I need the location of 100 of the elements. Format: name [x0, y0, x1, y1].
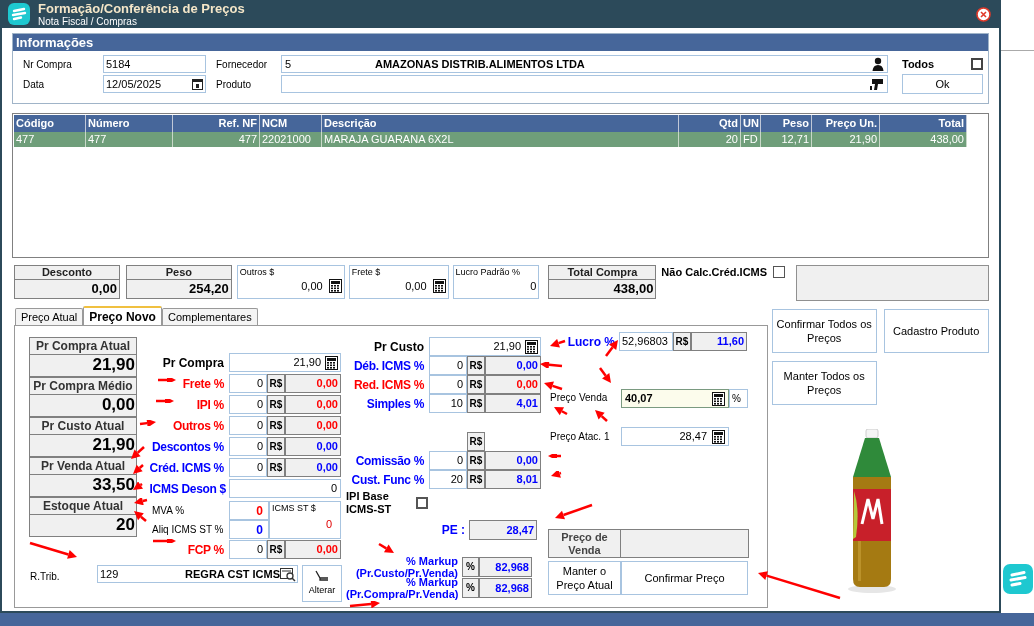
table-cell: 477: [173, 132, 260, 147]
percent-field[interactable]: 0: [229, 374, 267, 393]
sale-price-field[interactable]: 40,07: [621, 389, 729, 408]
column-header[interactable]: Preço Un.: [812, 115, 880, 132]
ok-button[interactable]: Ok: [902, 74, 983, 94]
value-field[interactable]: 0: [229, 479, 341, 498]
field-value: 21,90: [493, 339, 521, 355]
profit-field[interactable]: 52,96803: [619, 332, 673, 351]
tax-rule-field[interactable]: 129 REGRA CST ICMS: [97, 565, 298, 583]
amount-display: 0,00: [285, 395, 341, 414]
field-label: ICMS Deson $: [149, 481, 226, 496]
price-field[interactable]: 21,90: [429, 337, 541, 356]
percent-field[interactable]: 0: [229, 437, 267, 456]
column-header[interactable]: Descrição: [322, 115, 679, 132]
column-header[interactable]: Peso: [761, 115, 812, 132]
rate-field[interactable]: 0: [229, 520, 269, 539]
amount-display: 0,00: [285, 540, 341, 559]
supplier-code: 5: [285, 56, 293, 72]
summary-label: Total Compra: [548, 265, 657, 280]
field-label: Pr Custo: [374, 338, 424, 356]
percent-field[interactable]: 0: [229, 395, 267, 414]
currency-label: R$: [267, 374, 285, 393]
confirm-price-button[interactable]: Confirmar Preço: [621, 561, 748, 595]
price-field[interactable]: 21,90: [229, 353, 341, 372]
field-label: Data: [23, 77, 46, 92]
percent-field[interactable]: 0: [229, 416, 267, 435]
keep-all-button[interactable]: Manter Todos os Preços: [771, 361, 877, 405]
supplier-field[interactable]: 5 AMAZONAS DISTRIB.ALIMENTOS LTDA: [281, 55, 888, 73]
field-label: Frete %: [182, 376, 224, 391]
currency-label: R$: [267, 540, 285, 559]
field-label: Outros $: [239, 266, 276, 278]
field-label: Preço Venda: [550, 391, 608, 403]
field-label: Nr Compra: [23, 57, 73, 72]
info-value: 33,50: [29, 475, 137, 497]
info-value: 0,00: [29, 395, 137, 417]
amount-display: 11,60: [691, 332, 747, 351]
field-label: FCP %: [187, 542, 224, 557]
percent-field[interactable]: 0: [429, 451, 467, 470]
window-subtitle: Nota Fiscal / Compras: [38, 16, 137, 27]
percent-field[interactable]: 0: [429, 356, 467, 375]
table-cell: 21,90: [812, 132, 880, 147]
wholesale-price-field[interactable]: 28,47: [621, 427, 729, 446]
value-display: 82,968: [479, 577, 532, 598]
date-value: 12/05/2025: [106, 76, 162, 92]
currency-label: R$: [467, 375, 485, 394]
column-header[interactable]: Total: [880, 115, 967, 132]
table-cell: 477: [14, 132, 86, 147]
summary-value: 254,20: [125, 280, 232, 299]
date-field[interactable]: 12/05/2025: [103, 75, 206, 93]
field-value: 0: [324, 516, 333, 532]
currency-label: R$: [267, 437, 285, 456]
tab[interactable]: Preço Atual: [15, 308, 84, 325]
table-cell: 477: [86, 132, 173, 147]
info-label: Estoque Atual: [29, 497, 137, 515]
amount-display: 4,01: [485, 394, 541, 413]
field-value: 0: [256, 502, 263, 520]
amount-field[interactable]: Lucro Padrão % 0: [452, 265, 540, 299]
field-value: 21,90: [293, 355, 321, 371]
field-value: 0,00: [405, 279, 427, 294]
field-label: Cust. Func %: [351, 472, 424, 487]
percent-field[interactable]: 0: [429, 375, 467, 394]
column-header[interactable]: NCM: [260, 115, 322, 132]
amount-field[interactable]: Outros $ 0,00: [236, 265, 345, 299]
currency-label: R$: [267, 416, 285, 435]
amount-display: 0,00: [485, 375, 541, 394]
info-label: Pr Compra Atual: [29, 337, 137, 355]
supplier-name: AMAZONAS DISTRIB.ALIMENTOS LTDA: [375, 56, 585, 72]
panel-header: Informações: [13, 34, 988, 51]
rule-code: 129: [100, 566, 120, 582]
keep-price-button[interactable]: Manter o Preço Atual: [548, 561, 621, 595]
percent-field[interactable]: 10: [429, 394, 467, 413]
column-header[interactable]: Qtd: [679, 115, 741, 132]
field-label: Descontos %: [151, 439, 224, 454]
column-header[interactable]: Código: [14, 115, 86, 132]
info-label: Pr Compra Médio: [29, 377, 137, 395]
order-number-field[interactable]: 5184: [103, 55, 206, 73]
tab[interactable]: Preço Novo: [83, 306, 162, 325]
field-label: IPI Base ICMS-ST: [346, 490, 393, 516]
column-header[interactable]: UN: [741, 115, 761, 132]
field-label: Todos: [902, 56, 935, 72]
amount-display: 0,00: [285, 437, 341, 456]
summary-value: 438,00: [548, 280, 657, 299]
column-header[interactable]: Ref. NF: [173, 115, 260, 132]
percent-field[interactable]: 20: [429, 470, 467, 489]
column-header[interactable]: Número: [86, 115, 173, 132]
table-cell: 22021000: [260, 132, 322, 147]
tab[interactable]: Complementares: [161, 308, 258, 325]
field-label: MVA %: [152, 504, 185, 518]
currency-label: R$: [467, 394, 485, 413]
value-display: 82,968: [479, 556, 532, 577]
table-cell: 438,00: [880, 132, 967, 147]
amount-field[interactable]: Frete $ 0,00: [348, 265, 449, 299]
rule-name: REGRA CST ICMS: [185, 566, 280, 582]
confirm-all-button[interactable]: Confirmar Todos os Preços: [771, 309, 877, 353]
alter-button[interactable]: Alterar: [302, 565, 342, 602]
field-label: Preço Atac. 1: [549, 430, 611, 444]
percent-field[interactable]: 0: [229, 458, 267, 477]
product-register-button[interactable]: Cadastro Produto: [883, 309, 989, 353]
percent-field[interactable]: 0: [229, 540, 267, 559]
rate-field[interactable]: 0: [229, 501, 269, 520]
